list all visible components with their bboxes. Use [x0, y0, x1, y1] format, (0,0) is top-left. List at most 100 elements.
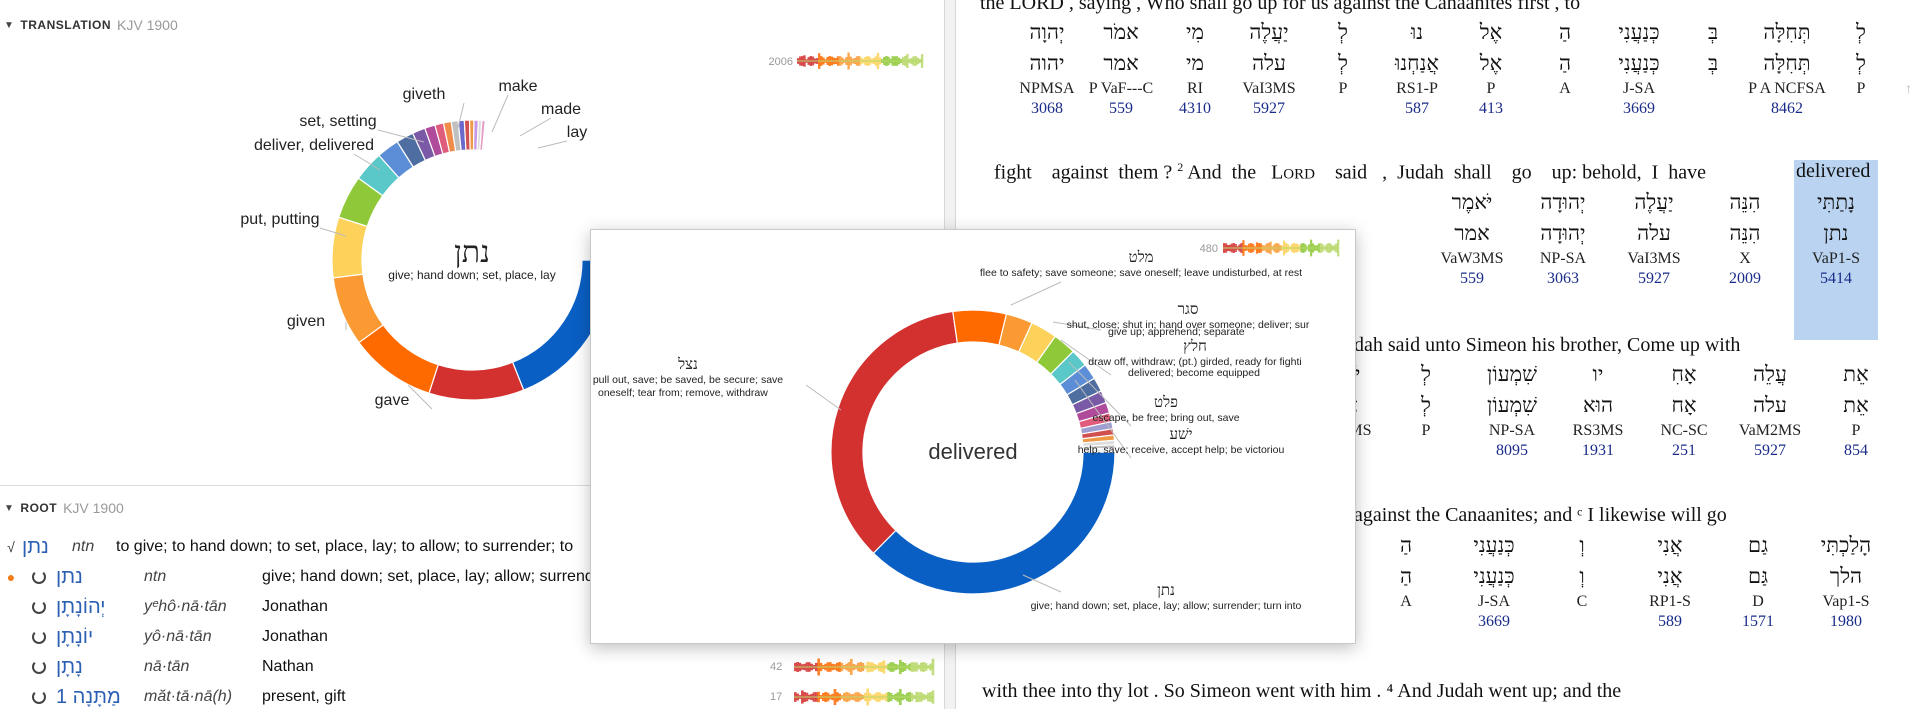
morphology-code: VaI3MS — [1627, 250, 1681, 267]
strongs-number: 8095 — [1496, 442, 1528, 459]
morphology-code: VaW3MS — [1440, 250, 1504, 267]
usage-sparkline — [794, 688, 935, 706]
hebrew-surface: כְּנַעֲנִי — [1473, 533, 1515, 557]
donut-slice[interactable] — [358, 324, 439, 394]
interlinear-word[interactable]: כְּנַעֲנִי כְּנַעֲנִי J-SA 3669 — [1449, 533, 1539, 631]
interlinear-word[interactable]: יַעֲלֶה עלה VaI3MS 5927 — [1609, 190, 1699, 288]
headword[interactable]: נתן — [22, 536, 62, 559]
popup-lemma-labels: מלטflee to safety; save someone; save on… — [593, 248, 1310, 612]
hebrew-lemma: אֵת — [1843, 393, 1869, 417]
hebrew-lemma: אמר — [1454, 221, 1490, 245]
headword[interactable]: נתן — [56, 566, 134, 589]
interlinear-word[interactable]: שִׁמְעוֹן שִׁמְעוֹן NP-SA 8095 — [1467, 362, 1557, 460]
translation-popup[interactable]: 480 delivered מלט flee to safety; save so… — [590, 229, 1356, 644]
root-list-item[interactable]: נָתָן nā·tān Nathan — [0, 653, 314, 681]
interlinear-word[interactable]: יְהוּדָה יְהוּדָה NP-SA 3063 — [1518, 190, 1608, 288]
lemma-headword: סגר — [1178, 300, 1199, 318]
donut-slice[interactable] — [830, 310, 959, 555]
root-list-item[interactable]: יוֹנָתָן yô·nā·tān Jonathan — [0, 623, 328, 651]
donut-slice[interactable] — [428, 361, 525, 401]
hebrew-lemma: עלה — [1637, 221, 1671, 245]
interlinear-word[interactable]: יְהוָה יהוה NPMSA 3068 — [1002, 20, 1092, 118]
interlinear-word[interactable]: נָתַתִּי נתן VaP1-S 5414 — [1791, 190, 1881, 288]
cycle-icon[interactable] — [32, 690, 46, 704]
root-list-item[interactable]: מַתָּנָה 1 măt·tā·nā(h) present, gift — [0, 683, 346, 709]
donut-slice[interactable] — [331, 216, 369, 279]
morphology-code: J-SA — [1477, 593, 1510, 610]
popup-donut-chart: 480 delivered מלטflee to safety; save so… — [593, 239, 1340, 612]
spark-count: 480 — [1200, 243, 1218, 255]
interlinear-word[interactable]: יו הוּא RS3MS 1931 — [1553, 362, 1643, 460]
donut-label: given — [287, 313, 325, 330]
hebrew-surface: יֹּאמֶר — [1451, 190, 1493, 214]
gloss: Jonathan — [262, 628, 328, 645]
lemma-headword: מלט — [1129, 248, 1154, 266]
cycle-icon[interactable] — [32, 660, 46, 674]
usage-count: 42 — [770, 661, 783, 673]
hebrew-surface: אָחִ — [1671, 362, 1697, 386]
morphology-code: NP-SA — [1488, 422, 1536, 439]
root-list-item[interactable]: יְהוֹנָתָן yᵉhô·nā·tān Jonathan — [0, 593, 328, 621]
collapse-triangle-icon[interactable]: ▼ — [4, 503, 14, 514]
hebrew-surface: שִׁמְעוֹן — [1487, 362, 1537, 386]
interlinear-word[interactable]: הִנֵּה הִנֵּה X 2009 — [1700, 190, 1790, 288]
morphology-code: C — [1576, 593, 1588, 610]
headword[interactable]: יוֹנָתָן — [56, 626, 134, 649]
morphology-code: RP1-S — [1649, 593, 1691, 610]
interlinear-word[interactable]: הָלַכְתִּי הלך Vap1-S 1980 — [1801, 533, 1891, 631]
lemma-headword: פלט — [1154, 393, 1178, 411]
hebrew-surface: לְ — [1421, 362, 1431, 386]
root-list-item[interactable]: √ נתן ntn to give; to hand down; to set, pl… — [0, 533, 573, 561]
hebrew-lemma: שִׁמְעוֹן — [1487, 393, 1537, 417]
transliteration: nā·tān — [144, 658, 190, 675]
headword[interactable]: נָתָן — [56, 656, 134, 679]
strongs-number: 3063 — [1547, 270, 1579, 287]
lemma-headword: חלץ — [1183, 337, 1207, 355]
hebrew-lemma: אָח — [1671, 393, 1697, 417]
hebrew-surface: הַ — [1399, 533, 1413, 557]
headword[interactable]: מַתָּנָה 1 — [56, 686, 134, 709]
lemma-gloss: give; hand down; set, place, lay; allow;… — [1031, 600, 1302, 612]
morphology-code: NP-SA — [1539, 250, 1587, 267]
root-section-header[interactable]: ▼ ROOT KJV 1900 — [4, 500, 124, 516]
hebrew-lemma: יהוה — [1029, 51, 1065, 75]
morphology-code: X — [1739, 250, 1751, 267]
cycle-icon[interactable] — [32, 630, 46, 644]
donut-slice[interactable] — [872, 451, 1116, 595]
scroll-up-icon[interactable]: ↑ — [1905, 80, 1915, 100]
donut-label: deliver, delivered — [254, 137, 374, 154]
usage-sparkline — [794, 658, 935, 676]
hebrew-surface: אֵת — [1843, 362, 1869, 386]
cycle-icon[interactable] — [32, 570, 46, 584]
interlinear-word[interactable]: גַם גַּם D 1571 — [1713, 533, 1803, 631]
interlinear-word[interactable]: הַ הַ A — [1361, 533, 1451, 631]
interlinear-word[interactable]: עֲלֵה עלה VaM2MS 5927 — [1725, 362, 1815, 460]
donut-label: set, setting — [299, 113, 376, 130]
interlinear-word[interactable]: אֵת אֵת P 854 — [1811, 362, 1901, 460]
headword[interactable]: יְהוֹנָתָן — [56, 596, 134, 619]
donut-slice[interactable] — [952, 309, 1008, 346]
interlinear-word[interactable]: וְ וְ C — [1537, 533, 1627, 631]
root-list-item[interactable]: ● נתן ntn give; hand down; set, place, lay;… — [0, 563, 594, 591]
morphology-code: VaP1-S — [1811, 250, 1860, 267]
english-word-selected[interactable]: delivered — [1796, 160, 1870, 183]
hebrew-lemma: עלה — [1753, 393, 1787, 417]
morphology-code: Vap1-S — [1822, 593, 1870, 610]
lemma-gloss: oneself; tear from; remove, withdraw — [598, 387, 768, 399]
english-line: the LORD , saying , Who shall go up for … — [980, 0, 1581, 14]
hebrew-lemma: לְ — [1421, 393, 1431, 417]
donut-label: gave — [375, 392, 410, 409]
strongs-number: 3068 — [1031, 100, 1063, 117]
interlinear-word[interactable]: אֲנִי אֲנִי RP1-S 589 — [1625, 533, 1715, 631]
leader-line — [519, 117, 552, 137]
lemma-gloss: give up; apprehend; separate — [1108, 326, 1245, 338]
popup-sparkline — [1223, 239, 1340, 257]
hebrew-surface: גַם — [1747, 533, 1769, 557]
strongs-number: 5927 — [1638, 270, 1670, 287]
cycle-icon[interactable] — [32, 600, 46, 614]
strongs-number: 1980 — [1830, 613, 1862, 630]
interlinear-word[interactable]: לְ לְ P — [1381, 362, 1471, 460]
interlinear-word[interactable]: יֹּאמֶר אמר VaW3MS 559 — [1427, 190, 1517, 288]
strongs-number: 3669 — [1478, 613, 1510, 630]
interlinear-word[interactable]: אָחִ אָח NC-SC 251 — [1639, 362, 1729, 460]
